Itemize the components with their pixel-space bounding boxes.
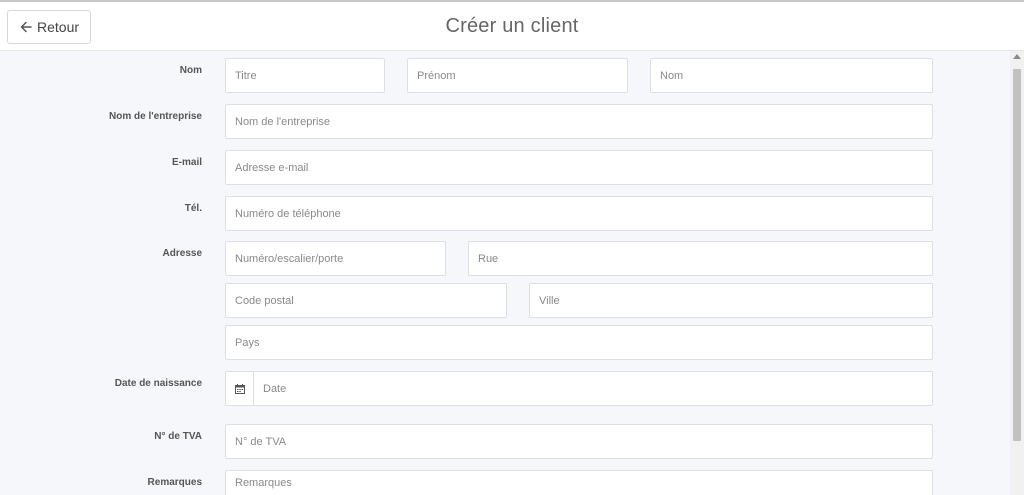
scroll-up-arrow[interactable] [1013, 54, 1021, 59]
company-placeholder: Nom de l'entreprise [235, 115, 331, 128]
city-field[interactable]: Ville [529, 283, 933, 318]
last-name-placeholder: Nom [660, 69, 684, 82]
country-field[interactable]: Pays [225, 325, 933, 360]
label-remarks: Remarques [147, 477, 202, 488]
label-name: Nom [179, 65, 202, 76]
email-placeholder: Adresse e-mail [235, 161, 309, 174]
street-number-placeholder: Numéro/escalier/porte [235, 252, 344, 265]
scrollbar-thumb[interactable] [1013, 69, 1021, 441]
scrollbar[interactable] [1010, 51, 1024, 495]
header-bar: Retour Créer un client [0, 0, 1024, 51]
remarks-field[interactable]: Remarques [225, 470, 933, 495]
date-placeholder: Date [263, 382, 287, 395]
country-placeholder: Pays [235, 336, 260, 349]
first-name-field[interactable]: Prénom [407, 58, 628, 93]
postal-code-placeholder: Code postal [235, 294, 294, 307]
create-client-form: Nom Titre Prénom Nom Nom de l'entreprise… [0, 51, 1010, 495]
label-email: E-mail [171, 157, 202, 168]
label-company: Nom de l'entreprise [109, 111, 202, 122]
vat-placeholder: N° de TVA [235, 435, 287, 448]
label-birthdate: Date de naissance [114, 378, 202, 389]
phone-placeholder: Numéro de téléphone [235, 207, 341, 220]
city-placeholder: Ville [539, 294, 560, 307]
title-field[interactable]: Titre [225, 58, 385, 93]
calendar-icon [234, 383, 245, 394]
last-name-field[interactable]: Nom [650, 58, 933, 93]
label-phone: Tél. [184, 203, 202, 214]
email-field[interactable]: Adresse e-mail [225, 150, 933, 185]
street-number-field[interactable]: Numéro/escalier/porte [225, 241, 446, 276]
street-placeholder: Rue [478, 252, 499, 265]
postal-code-field[interactable]: Code postal [225, 283, 507, 318]
street-field[interactable]: Rue [468, 241, 933, 276]
label-address: Adresse [162, 248, 202, 259]
title-placeholder: Titre [235, 69, 257, 82]
calendar-button[interactable] [226, 372, 254, 405]
label-vat: N° de TVA [154, 431, 202, 442]
phone-field[interactable]: Numéro de téléphone [225, 196, 933, 231]
remarks-placeholder: Remarques [235, 477, 292, 489]
birthdate-field[interactable]: Date [225, 371, 933, 406]
vat-field[interactable]: N° de TVA [225, 424, 933, 459]
first-name-placeholder: Prénom [417, 69, 456, 82]
company-field[interactable]: Nom de l'entreprise [225, 104, 933, 139]
page-title: Créer un client [445, 15, 579, 37]
